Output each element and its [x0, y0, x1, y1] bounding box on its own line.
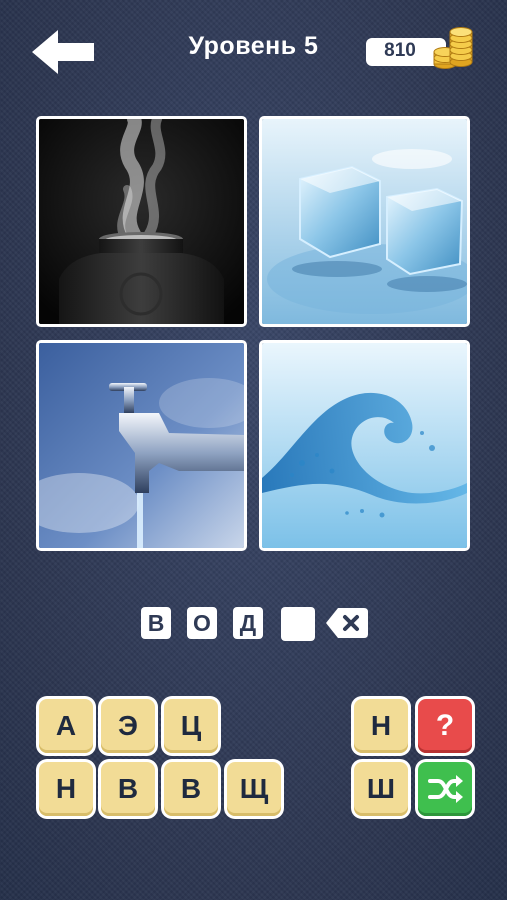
- letter-tile[interactable]: В: [164, 762, 218, 816]
- answer-letter-1[interactable]: В: [141, 607, 171, 639]
- picture-ice-cubes[interactable]: [259, 116, 470, 327]
- picture-steaming-pot[interactable]: [36, 116, 247, 327]
- shuffle-button[interactable]: [418, 762, 472, 816]
- coin-stack-icon: [428, 22, 478, 72]
- letter-tile[interactable]: Ш: [354, 762, 408, 816]
- picture-water-wave[interactable]: [259, 340, 470, 551]
- backspace-icon: [326, 608, 368, 638]
- answer-letter-3[interactable]: Д: [233, 607, 263, 639]
- shuffle-icon: [428, 775, 463, 803]
- question-icon: ?: [435, 709, 455, 742]
- letter-tile[interactable]: Ц: [164, 699, 218, 753]
- letter-tile[interactable]: А: [39, 699, 93, 753]
- letter-tile[interactable]: Щ: [227, 762, 281, 816]
- picture-water-tap[interactable]: [36, 340, 247, 551]
- backspace-button[interactable]: [326, 608, 368, 638]
- answer-letter-2[interactable]: О: [187, 607, 217, 639]
- letter-tile[interactable]: Н: [354, 699, 408, 753]
- hint-button[interactable]: ?: [418, 699, 472, 753]
- letter-tile[interactable]: Н: [39, 762, 93, 816]
- letter-tile[interactable]: Э: [101, 699, 155, 753]
- answer-letter-4-empty[interactable]: [281, 607, 315, 641]
- coins-value: 810: [384, 40, 416, 61]
- letter-tile[interactable]: В: [101, 762, 155, 816]
